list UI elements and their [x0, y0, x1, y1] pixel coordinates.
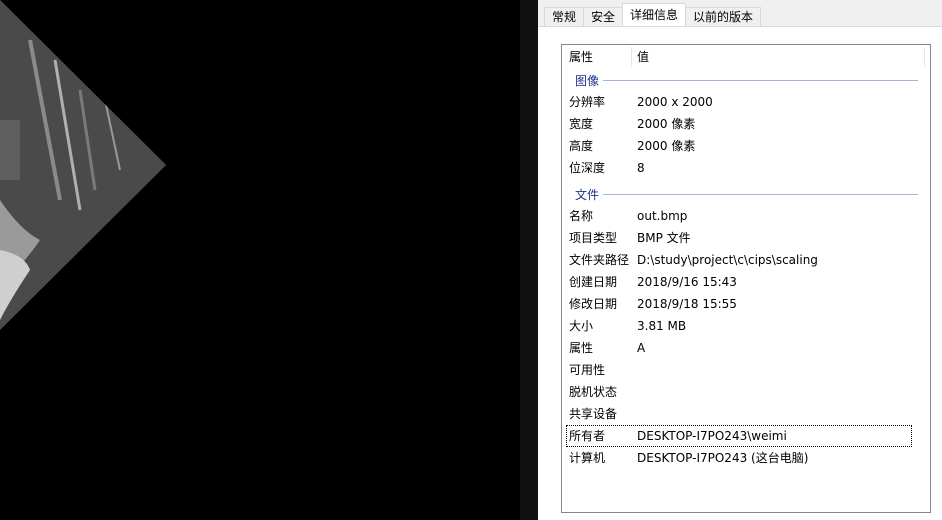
image-preview: [0, 0, 520, 520]
property-name: 大小: [569, 319, 594, 333]
property-name: 脱机状态: [569, 385, 618, 399]
property-name: 宽度: [569, 117, 594, 131]
column-header-value[interactable]: 值: [637, 45, 649, 68]
column-divider[interactable]: [631, 47, 632, 67]
property-name: 属性: [569, 341, 594, 355]
tab-details[interactable]: 详细信息: [622, 3, 687, 26]
column-header-property[interactable]: 属性: [569, 45, 593, 68]
property-name: 可用性: [569, 363, 606, 377]
property-name: 文件夹路径: [569, 253, 630, 267]
rotated-photo: [0, 0, 166, 330]
group-divider: [603, 194, 918, 195]
group-divider: [603, 80, 918, 81]
list-item[interactable]: 可用性: [562, 359, 930, 381]
property-value: 2000 像素: [637, 139, 696, 153]
list-item[interactable]: 高度 2000 像素: [562, 135, 930, 157]
list-item[interactable]: 项目类型 BMP 文件: [562, 227, 930, 249]
property-value: 3.81 MB: [637, 319, 687, 333]
property-value: DESKTOP-I7PO243\weimi: [637, 429, 787, 443]
property-name: 高度: [569, 139, 594, 153]
properties-dialog: 常规 安全 详细信息 以前的版本 属性 值 图像 分辨率 2000 x 2000…: [538, 0, 942, 520]
property-value: 2018/9/18 15:55: [637, 297, 737, 311]
list-item[interactable]: 脱机状态: [562, 381, 930, 403]
list-header: 属性 值: [562, 45, 930, 68]
property-name: 所有者: [569, 429, 606, 443]
window-divider: [520, 0, 538, 520]
property-name: 位深度: [569, 161, 606, 175]
list-item[interactable]: 位深度 8: [562, 157, 930, 179]
photo-detail: [0, 0, 166, 330]
property-name: 计算机: [569, 451, 606, 465]
property-value: A: [637, 341, 646, 355]
property-list[interactable]: 属性 值 图像 分辨率 2000 x 2000 宽度 2000 像素 高度 20…: [561, 44, 931, 513]
tab-previous-versions[interactable]: 以前的版本: [685, 7, 762, 26]
column-divider[interactable]: [924, 47, 925, 67]
property-value: out.bmp: [637, 209, 688, 223]
tab-general[interactable]: 常规: [544, 7, 585, 26]
property-name: 项目类型: [569, 231, 618, 245]
property-value: 2000 x 2000: [637, 95, 713, 109]
list-item[interactable]: 共享设备: [562, 403, 930, 425]
tab-bar: 常规 安全 详细信息 以前的版本: [544, 3, 762, 26]
property-name: 名称: [569, 209, 594, 223]
list-item[interactable]: 属性 A: [562, 337, 930, 359]
group-label: 文件: [575, 188, 600, 202]
list-item[interactable]: 修改日期 2018/9/18 15:55: [562, 293, 930, 315]
list-item[interactable]: 计算机 DESKTOP-I7PO243 (这台电脑): [562, 447, 930, 469]
property-name: 共享设备: [569, 407, 618, 421]
group-file[interactable]: 文件: [562, 183, 930, 205]
list-item[interactable]: 创建日期 2018/9/16 15:43: [562, 271, 930, 293]
list-item[interactable]: 名称 out.bmp: [562, 205, 930, 227]
list-item[interactable]: 大小 3.81 MB: [562, 315, 930, 337]
list-item-focused[interactable]: 所有者 DESKTOP-I7PO243\weimi: [566, 425, 912, 447]
property-value: 2018/9/16 15:43: [637, 275, 737, 289]
property-name: 分辨率: [569, 95, 606, 109]
property-name: 修改日期: [569, 297, 618, 311]
property-name: 创建日期: [569, 275, 618, 289]
property-value: 8: [637, 161, 645, 175]
list-item[interactable]: 分辨率 2000 x 2000: [562, 91, 930, 113]
property-value: D:\study\project\c\cips\scaling: [637, 253, 818, 267]
property-value: 2000 像素: [637, 117, 696, 131]
group-label: 图像: [575, 74, 600, 88]
list-item[interactable]: 文件夹路径 D:\study\project\c\cips\scaling: [562, 249, 930, 271]
details-panel: 属性 值 图像 分辨率 2000 x 2000 宽度 2000 像素 高度 20…: [538, 26, 942, 520]
group-image[interactable]: 图像: [562, 69, 930, 91]
property-value: BMP 文件: [637, 231, 691, 245]
property-value: DESKTOP-I7PO243 (这台电脑): [637, 451, 809, 465]
tab-security[interactable]: 安全: [583, 7, 624, 26]
list-item[interactable]: 宽度 2000 像素: [562, 113, 930, 135]
